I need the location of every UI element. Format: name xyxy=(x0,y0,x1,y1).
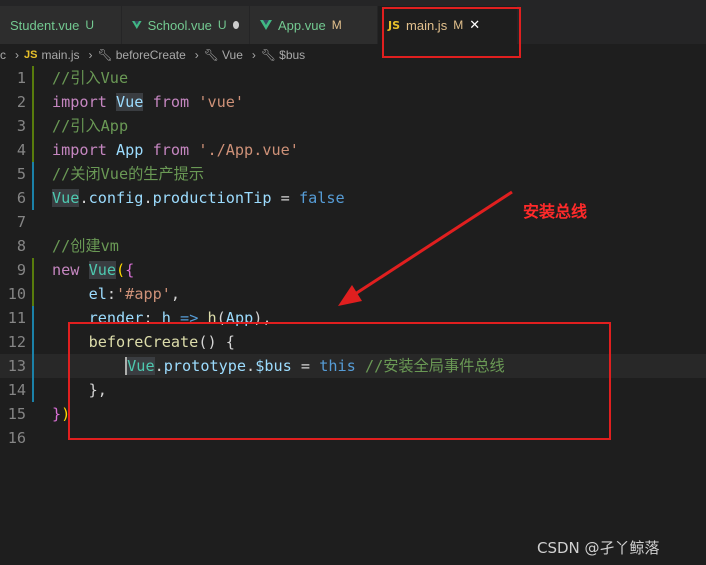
annotation-label: 安装总线 xyxy=(523,202,588,221)
annotation-arrow xyxy=(338,190,513,306)
watermark: CSDN @孑丫鲸落 xyxy=(537,539,660,557)
